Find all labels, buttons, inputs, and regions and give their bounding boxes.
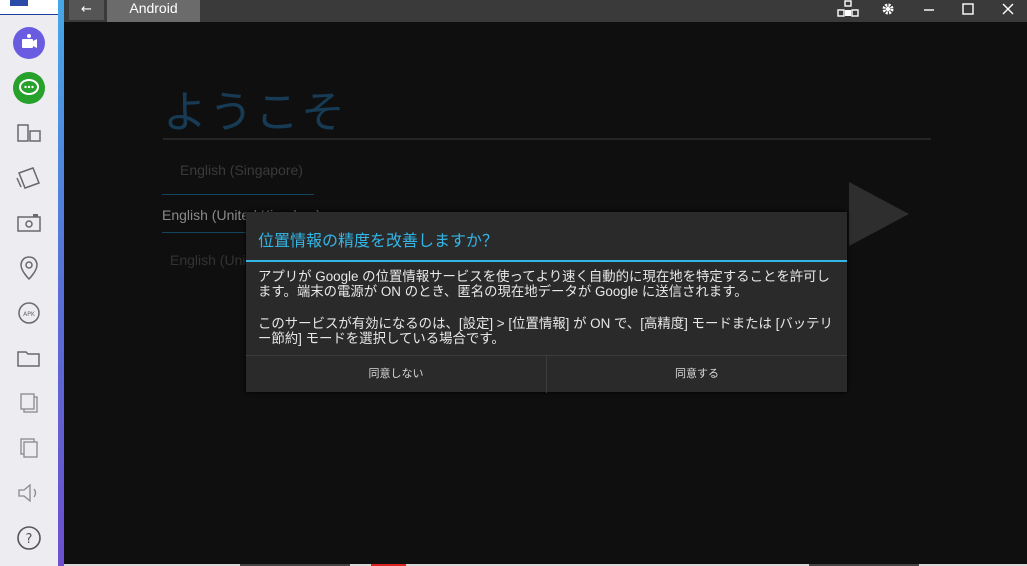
help-icon[interactable]: ? [12, 521, 46, 555]
language-picker-line [162, 194, 314, 195]
paste-icon[interactable] [12, 431, 46, 465]
apk-install-icon[interactable]: APK [12, 296, 46, 330]
svg-text:?: ? [26, 532, 33, 547]
welcome-divider [163, 138, 931, 140]
gear-icon[interactable] [876, 0, 900, 18]
maximize-icon[interactable] [956, 0, 980, 18]
dialog-message-paragraph: このサービスが有効になるのは、[設定] > [位置情報] が ON で、[高精度… [258, 316, 833, 346]
sidebar-top-strip [0, 0, 64, 15]
welcome-title: ようこそ [163, 87, 347, 138]
sidebar: APK ? [0, 0, 64, 566]
decline-button[interactable]: 同意しない [246, 356, 547, 393]
dialog-message-paragraph: アプリが Google の位置情報サービスを使ってより速く自動的に現在地を特定す… [258, 269, 830, 299]
next-arrow-icon[interactable] [849, 182, 909, 246]
dialog-title-divider [246, 260, 847, 262]
dialog-title: 位置情報の精度を改善しますか？ [258, 231, 499, 250]
video-call-icon[interactable] [12, 26, 46, 60]
rotate-screen-icon[interactable] [12, 116, 46, 150]
close-icon[interactable] [996, 0, 1020, 18]
chat-bubble-icon[interactable] [12, 71, 46, 105]
folder-icon[interactable] [12, 341, 46, 375]
dialog-message: アプリが Google の位置情報サービスを使ってより速く自動的に現在地を特定す… [258, 269, 843, 346]
location-pin-icon[interactable] [12, 251, 46, 285]
copy-icon[interactable] [12, 386, 46, 420]
dialog-button-bar: 同意しない 同意する [246, 355, 847, 393]
keymapping-icon[interactable] [836, 0, 860, 18]
language-option[interactable]: English (Singapore) [180, 162, 303, 178]
minimize-icon[interactable] [917, 0, 941, 18]
back-button[interactable]: ← [69, 0, 104, 20]
volume-icon[interactable] [12, 476, 46, 510]
tab-android[interactable]: Android [107, 0, 200, 22]
accept-button[interactable]: 同意する [547, 356, 847, 393]
shake-icon[interactable] [12, 161, 46, 195]
camera-icon[interactable] [12, 206, 46, 240]
svg-text:APK: APK [23, 311, 36, 318]
location-accuracy-dialog: 位置情報の精度を改善しますか？ アプリが Google の位置情報サービスを使っ… [246, 212, 847, 393]
